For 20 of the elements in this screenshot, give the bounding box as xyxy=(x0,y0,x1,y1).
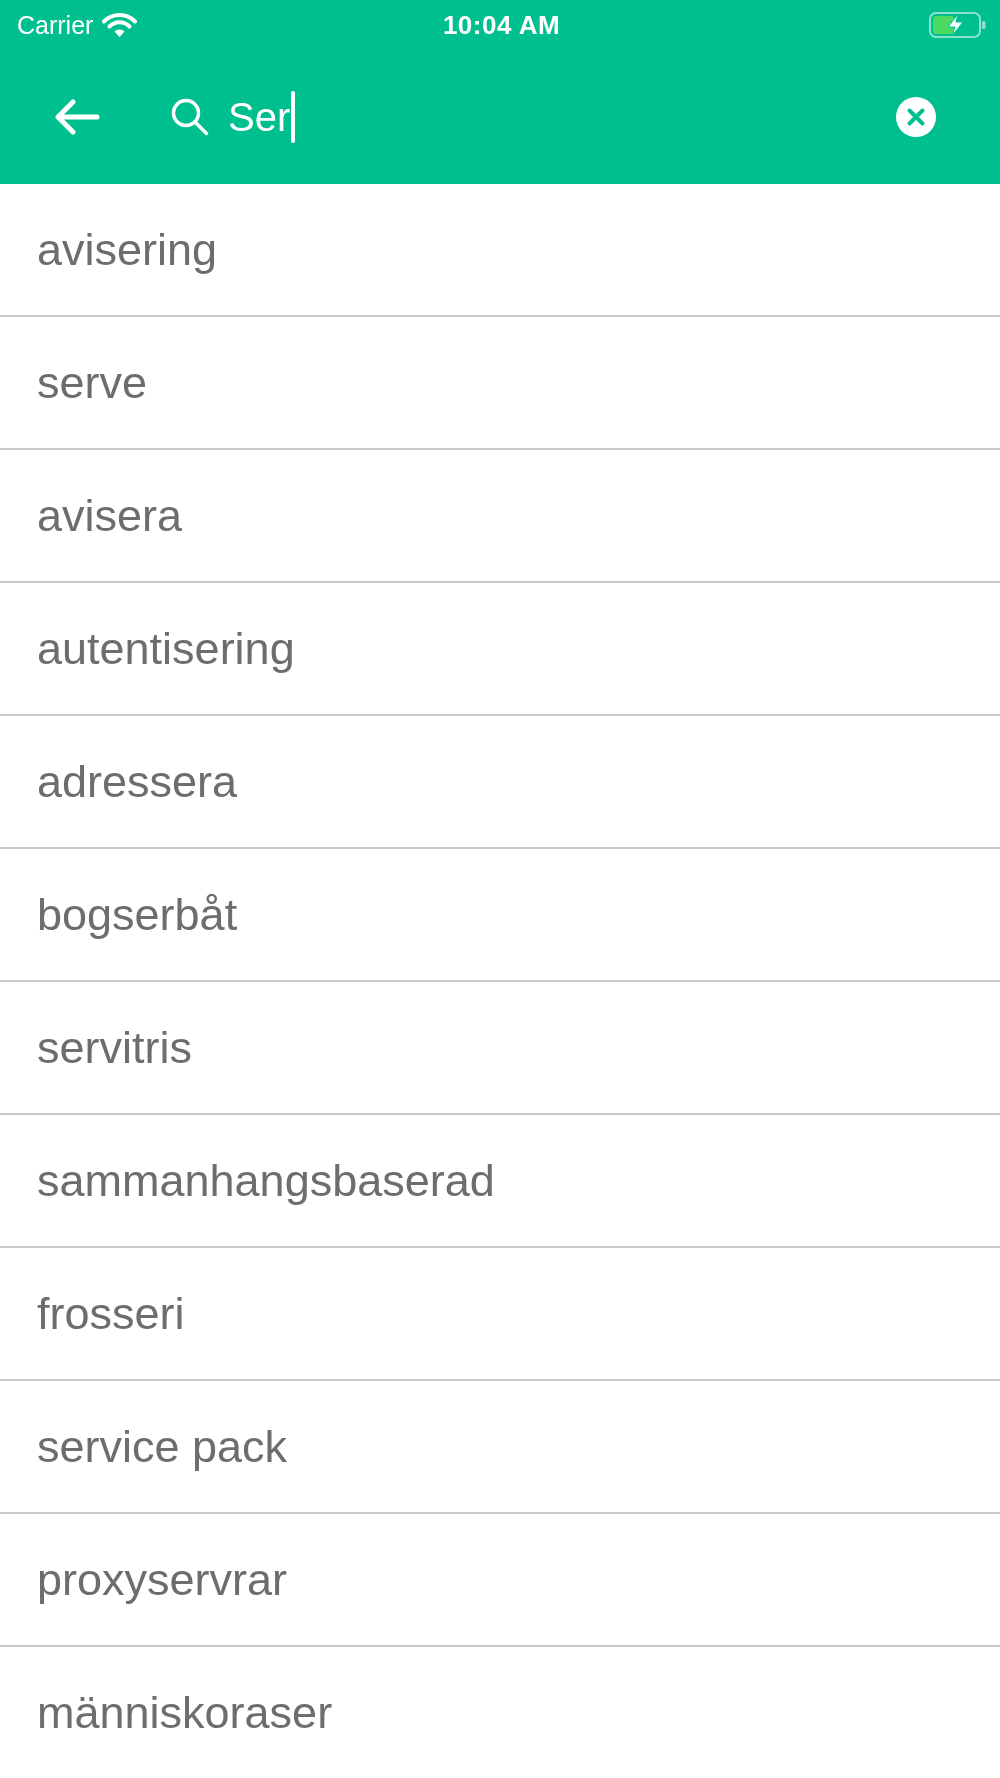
battery-charging-icon xyxy=(929,12,986,38)
result-row[interactable]: bogserbåt xyxy=(0,849,1000,982)
wifi-icon xyxy=(102,12,138,38)
result-row[interactable]: avisera xyxy=(0,450,1000,583)
result-row[interactable]: adressera xyxy=(0,716,1000,849)
text-cursor-icon xyxy=(291,91,296,143)
result-row[interactable]: servitris xyxy=(0,982,1000,1115)
result-row[interactable]: proxyservrar xyxy=(0,1514,1000,1647)
result-row[interactable]: avisering xyxy=(0,184,1000,317)
status-time: 10:04 AM xyxy=(442,10,561,40)
search-icon xyxy=(171,98,209,136)
clear-icon[interactable] xyxy=(896,97,936,137)
result-row[interactable]: serve xyxy=(0,317,1000,450)
result-row[interactable]: service pack xyxy=(0,1381,1000,1514)
result-row[interactable]: frosseri xyxy=(0,1248,1000,1381)
carrier-label: Carrier xyxy=(17,10,94,40)
result-row[interactable]: sammanhangsbaserad xyxy=(0,1115,1000,1248)
result-row[interactable]: människoraser xyxy=(0,1647,1000,1778)
result-row[interactable]: autentisering xyxy=(0,583,1000,716)
back-arrow-icon[interactable] xyxy=(54,99,100,135)
